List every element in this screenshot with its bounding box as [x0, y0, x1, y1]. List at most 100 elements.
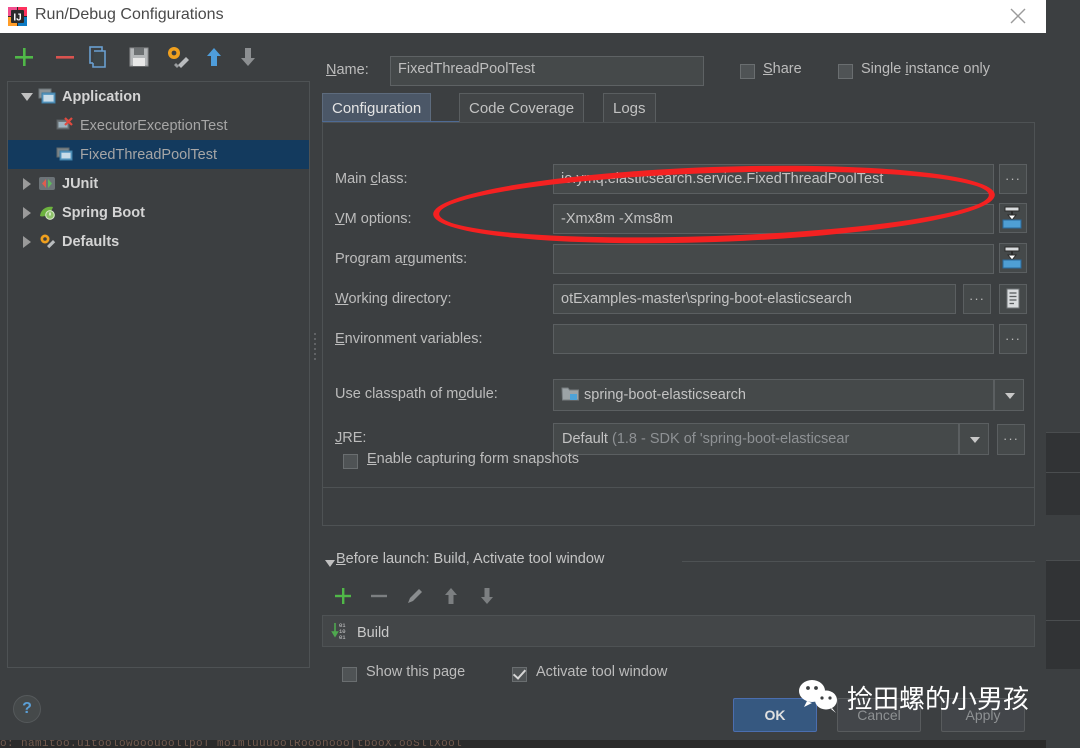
- tree-node-junit[interactable]: JUnit: [8, 169, 309, 198]
- main-class-browse-button[interactable]: ···: [999, 164, 1027, 194]
- close-icon: [1010, 8, 1026, 24]
- program-arguments-label: Program arguments:: [335, 251, 468, 267]
- wechat-icon: [797, 678, 841, 717]
- working-directory-label: Working directory:: [335, 291, 452, 307]
- application-error-icon: [56, 117, 74, 134]
- main-class-label: Main class:: [335, 171, 408, 187]
- remove-task-button[interactable]: [366, 583, 392, 609]
- intellij-idea-icon: IJ: [8, 7, 27, 26]
- editor-tabs: Configuration Code Coverage Logs: [322, 93, 1046, 123]
- arrow-up-icon[interactable]: [200, 43, 228, 71]
- jre-value-secondary: (1.8 - SDK of 'spring-boot-elasticsear: [611, 431, 850, 447]
- form-snapshots-checkbox[interactable]: [343, 454, 358, 469]
- activate-tool-window-checkbox[interactable]: [512, 667, 527, 682]
- build-icon: 01 10 01: [331, 620, 351, 645]
- close-button[interactable]: [990, 0, 1046, 33]
- add-task-button[interactable]: [330, 583, 356, 609]
- tree-node-spring-boot[interactable]: Spring Boot: [8, 198, 309, 227]
- tree-node-fixedthreadpooltest[interactable]: FixedThreadPoolTest: [8, 140, 309, 169]
- jre-combo[interactable]: Default (1.8 - SDK of 'spring-boot-elast…: [553, 423, 959, 455]
- task-label: Build: [357, 624, 390, 641]
- tree-node-label: Spring Boot: [62, 204, 145, 221]
- collapse-twisty[interactable]: [325, 560, 335, 567]
- task-row-build[interactable]: 01 10 01 Build: [331, 620, 389, 645]
- svg-text:IJ: IJ: [13, 13, 21, 24]
- dialog-title: Run/Debug Configurations: [35, 6, 224, 23]
- insert-macro-icon: [1000, 288, 1026, 316]
- before-launch-task-list[interactable]: 01 10 01 Build: [322, 615, 1035, 647]
- classpath-module-label: Use classpath of module:: [335, 386, 498, 402]
- watermark-text: 捡田螺的小男孩: [847, 685, 1030, 715]
- ide-strip-row-1: [1046, 432, 1080, 473]
- configurations-tree[interactable]: Application ExecutorExceptionTest FixedT…: [7, 81, 310, 668]
- expand-twisty[interactable]: [16, 235, 38, 248]
- ide-strip-row-2: [1046, 472, 1080, 515]
- save-icon[interactable]: [125, 43, 153, 71]
- share-checkbox[interactable]: [740, 64, 755, 79]
- working-directory-browse-button[interactable]: ···: [963, 284, 991, 314]
- jre-label: JRE:: [335, 430, 367, 446]
- arrow-down-icon[interactable]: [234, 43, 262, 71]
- jre-dropdown-arrow[interactable]: [959, 423, 989, 455]
- copy-icon[interactable]: [85, 43, 113, 71]
- classpath-module-dropdown-arrow[interactable]: [994, 379, 1024, 411]
- expand-twisty[interactable]: [16, 92, 38, 101]
- spring-boot-icon: [38, 204, 56, 221]
- application-icon: [56, 146, 74, 163]
- show-this-page-label: Show this page: [366, 664, 466, 680]
- before-launch-title: Before launch: Build, Activate tool wind…: [336, 551, 605, 567]
- gear-wrench-icon[interactable]: [163, 43, 191, 71]
- expand-twisty[interactable]: [16, 177, 38, 190]
- jre-browse-button[interactable]: ···: [997, 424, 1025, 455]
- environment-variables-browse-button[interactable]: ···: [999, 324, 1027, 354]
- junit-icon: [38, 175, 56, 192]
- ide-strip-row-4: [1046, 620, 1080, 669]
- program-arguments-expand-button[interactable]: [999, 243, 1027, 273]
- svg-text:01: 01: [339, 634, 346, 641]
- working-directory-input[interactable]: otExamples-master\spring-boot-elasticsea…: [553, 284, 956, 314]
- expand-field-icon: [1000, 246, 1026, 275]
- jre-value-primary: Default: [562, 431, 612, 447]
- tab-code-coverage[interactable]: Code Coverage: [459, 93, 585, 122]
- name-input[interactable]: FixedThreadPoolTest: [390, 56, 704, 86]
- dialog-titlebar: IJ Run/Debug Configurations: [0, 0, 1046, 33]
- single-instance-checkbox[interactable]: [838, 64, 853, 79]
- program-arguments-input[interactable]: [553, 244, 994, 274]
- run-debug-configurations-dialog: IJ Run/Debug Configurations Application …: [0, 0, 1046, 740]
- before-launch-toolbar: [330, 583, 1030, 613]
- edit-task-button[interactable]: [402, 583, 428, 609]
- show-this-page-checkbox[interactable]: [342, 667, 357, 682]
- header-rule: [682, 561, 1035, 562]
- environment-variables-input[interactable]: [553, 324, 994, 354]
- share-label: Share: [763, 61, 802, 77]
- name-label: Name:: [326, 62, 369, 78]
- tree-node-executorexceptiontest[interactable]: ExecutorExceptionTest: [8, 111, 309, 140]
- panel-separator: [323, 487, 1034, 488]
- module-icon: [561, 385, 580, 406]
- panel-splitter[interactable]: [312, 330, 318, 376]
- tree-node-label: Defaults: [62, 233, 120, 250]
- form-snapshots-label: Enable capturing form snapshots: [367, 451, 579, 467]
- move-task-up-button[interactable]: [438, 583, 464, 609]
- expand-twisty[interactable]: [16, 206, 38, 219]
- tab-logs[interactable]: Logs: [603, 93, 656, 122]
- working-directory-macro-button[interactable]: [999, 284, 1027, 314]
- tab-configuration[interactable]: Configuration: [322, 93, 432, 122]
- tree-node-defaults[interactable]: Defaults: [8, 227, 309, 256]
- classpath-module-combo[interactable]: spring-boot-elasticsearch: [553, 379, 994, 411]
- vm-options-expand-button[interactable]: [999, 203, 1027, 233]
- remove-configuration-button[interactable]: [51, 43, 79, 71]
- gear-wrench-icon: [38, 233, 56, 250]
- application-icon: [38, 88, 56, 105]
- tree-node-label: ExecutorExceptionTest: [80, 117, 228, 134]
- tree-node-application[interactable]: Application: [8, 82, 309, 111]
- before-launch-header[interactable]: Before launch: Build, Activate tool wind…: [322, 551, 1035, 571]
- help-button[interactable]: ?: [13, 695, 41, 723]
- environment-variables-label: Environment variables:: [335, 331, 483, 347]
- single-instance-label: Single instance only: [861, 61, 990, 77]
- expand-field-icon: [1000, 206, 1026, 235]
- add-configuration-button[interactable]: [10, 43, 38, 71]
- tree-node-label: FixedThreadPoolTest: [80, 146, 218, 163]
- move-task-down-button[interactable]: [474, 583, 500, 609]
- ide-strip-row-3: [1046, 560, 1080, 621]
